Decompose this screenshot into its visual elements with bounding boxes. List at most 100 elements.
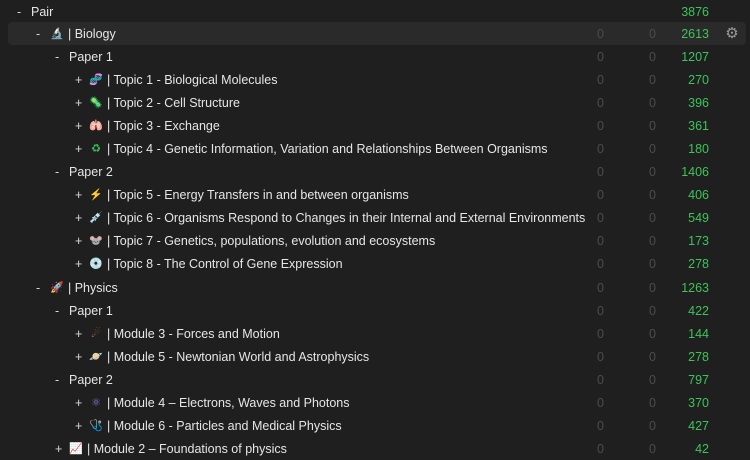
expand-toggle[interactable]: + [75,73,89,87]
tree-row-paper[interactable]: - Paper 1 0 0 422 [0,299,750,322]
tree-row-paper[interactable]: - Paper 1 0 0 1207 [0,45,750,68]
collapse-toggle[interactable]: - [55,50,69,64]
count-learning: 0 [649,187,656,202]
count-total: 549 [688,210,709,225]
collapse-toggle[interactable]: - [55,165,69,179]
collapse-toggle[interactable]: - [55,304,69,318]
count-total: 180 [688,141,709,156]
expand-toggle[interactable]: + [75,119,89,133]
count-learning: 0 [649,95,656,110]
row-label: | Module 2 – Foundations of physics [87,441,287,456]
row-label: | Topic 3 - Exchange [107,118,220,133]
count-learning: 0 [649,256,656,271]
row-name: + 🩺 | Module 6 - Particles and Medical P… [75,419,342,433]
row-label: | Topic 8 - The Control of Gene Expressi… [107,256,343,271]
tree-row-pair[interactable]: - Pair 3876 [0,0,750,23]
row-label: | Module 5 - Newtonian World and Astroph… [107,349,370,364]
row-label: | Topic 2 - Cell Structure [107,95,240,110]
expand-toggle[interactable]: + [75,211,89,225]
count-total: 406 [688,187,709,202]
row-name: - Paper 1 [55,50,113,64]
tree-row-topic[interactable]: + ⚡ | Topic 5 - Energy Transfers in and … [0,183,750,206]
row-name: - 🔬 | Biology [36,27,116,41]
tree-row-physics[interactable]: - 🚀 | Physics 0 0 1263 [0,276,750,299]
lungs-icon: 🫁 [89,119,103,132]
row-label: | Topic 5 - Energy Transfers in and betw… [107,187,409,202]
recycle-icon: ♻ [91,142,101,155]
count-learning: 0 [649,26,656,41]
syringe-icon: 💉 [89,211,103,224]
expand-toggle[interactable]: + [75,234,89,248]
row-name: + 🪐 | Module 5 - Newtonian World and Ast… [75,350,369,364]
tree-row-topic[interactable]: + 🦠 | Topic 2 - Cell Structure 0 0 396 [0,91,750,114]
collapse-toggle[interactable]: - [36,281,50,295]
tree-row-topic[interactable]: + 🧬 | Topic 1 - Biological Molecules 0 0… [0,68,750,91]
count-learning: 0 [649,49,656,64]
row-label: Pair [31,4,54,19]
count-learning: 0 [649,118,656,133]
row-name: + 📈 | Module 2 – Foundations of physics [55,442,287,456]
count-learning: 0 [649,210,656,225]
row-label: | Biology [68,26,116,41]
count-learning: 0 [649,418,656,433]
expand-toggle[interactable]: + [75,257,89,271]
tree-row-module[interactable]: + 🩺 | Module 6 - Particles and Medical P… [0,414,750,437]
row-label: Paper 2 [69,372,113,387]
atom-icon: ⚛ [91,396,101,409]
tree-row-topic[interactable]: + 🫁 | Topic 3 - Exchange 0 0 361 [0,114,750,137]
count-new: 0 [597,372,604,387]
tree-row-topic[interactable]: + 🐭 | Topic 7 - Genetics, populations, e… [0,229,750,252]
tree-row-module[interactable]: + ⚛ | Module 4 – Electrons, Waves and Ph… [0,391,750,414]
lightning-icon: ⚡ [89,188,103,201]
count-learning: 0 [649,141,656,156]
expand-toggle[interactable]: + [75,96,89,110]
count-new: 0 [597,210,604,225]
collapse-toggle[interactable]: - [55,373,69,387]
tree-row-module[interactable]: + 🪐 | Module 5 - Newtonian World and Ast… [0,345,750,368]
tree-row-biology[interactable]: - 🔬 | Biology 0 0 2613 ⚙ [0,22,750,45]
collapse-toggle[interactable]: - [17,5,31,19]
count-total: 2613 [681,26,709,41]
expand-toggle[interactable]: + [75,419,89,433]
count-learning: 0 [649,349,656,364]
expand-toggle[interactable]: + [55,442,69,456]
expand-toggle[interactable]: + [75,396,89,410]
dna-icon: 🧬 [89,73,103,86]
count-new: 0 [597,256,604,271]
count-new: 0 [597,118,604,133]
stethoscope-icon: 🩺 [89,419,103,432]
count-total: 278 [688,256,709,271]
cell-icon: 🦠 [89,96,103,109]
gear-icon[interactable]: ⚙ [722,24,742,44]
tree-row-paper[interactable]: - Paper 2 0 0 1406 [0,160,750,183]
count-total: 278 [688,349,709,364]
row-label: | Topic 6 - Organisms Respond to Changes… [107,210,586,225]
expand-toggle[interactable]: + [75,350,89,364]
count-new: 0 [597,187,604,202]
tree-row-paper[interactable]: - Paper 2 0 0 797 [0,368,750,391]
count-new: 0 [597,441,604,456]
expand-toggle[interactable]: + [75,188,89,202]
row-name: - 🚀 | Physics [36,281,118,295]
tree-row-module[interactable]: + 📈 | Module 2 – Foundations of physics … [0,437,750,460]
row-label: Paper 2 [69,164,113,179]
count-learning: 0 [649,326,656,341]
tree-row-module[interactable]: + ☄ | Module 3 - Forces and Motion 0 0 1… [0,322,750,345]
row-label: | Module 3 - Forces and Motion [107,326,280,341]
count-total: 797 [688,372,709,387]
count-total: 144 [688,326,709,341]
row-label: Paper 1 [69,303,113,318]
count-new: 0 [597,280,604,295]
count-learning: 0 [649,395,656,410]
tree-row-topic[interactable]: + ♻ | Topic 4 - Genetic Information, Var… [0,137,750,160]
count-total: 173 [688,233,709,248]
tree-row-topic[interactable]: + 💿 | Topic 8 - The Control of Gene Expr… [0,252,750,275]
row-label: | Module 6 - Particles and Medical Physi… [107,418,342,433]
row-name: - Paper 2 [55,165,113,179]
expand-toggle[interactable]: + [75,327,89,341]
expand-toggle[interactable]: + [75,142,89,156]
count-learning: 0 [649,280,656,295]
tree-row-topic[interactable]: + 💉 | Topic 6 - Organisms Respond to Cha… [0,206,750,229]
collapse-toggle[interactable]: - [36,27,50,41]
count-new: 0 [597,95,604,110]
